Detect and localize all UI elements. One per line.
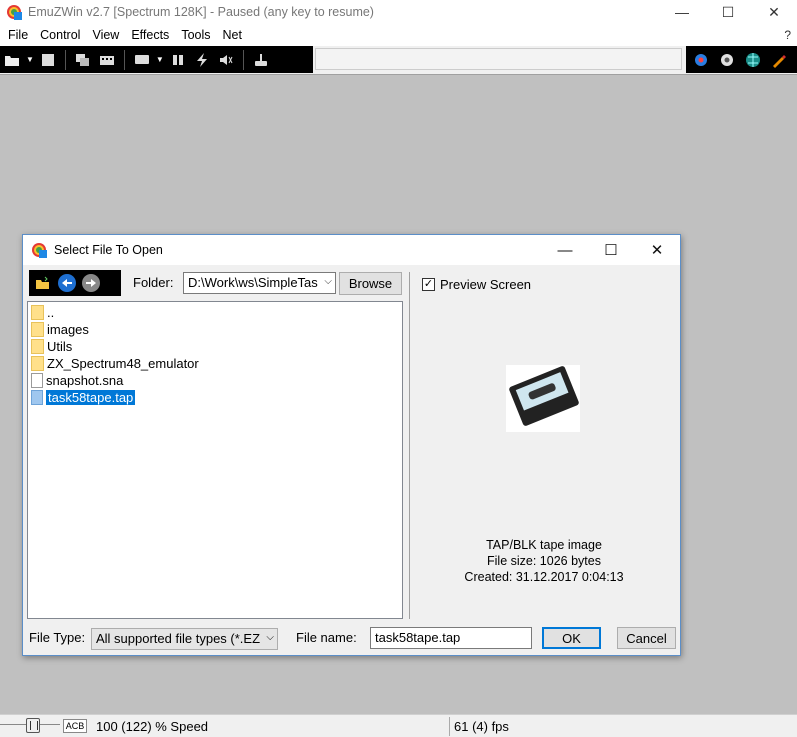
toolbar-right [686, 46, 797, 73]
toolbar-status-field [315, 48, 682, 70]
keyboard-icon[interactable] [98, 51, 116, 69]
menu-tools[interactable]: Tools [175, 28, 216, 42]
dialog-close-button[interactable]: ✕ [634, 235, 680, 265]
preview-checkbox-label[interactable]: Preview Screen [440, 277, 531, 292]
folder-value: D:\Work\ws\SimpleTas [188, 275, 318, 290]
open-dropdown-icon[interactable]: ▼ [26, 55, 34, 64]
folder-icon [31, 305, 44, 320]
list-item-selected[interactable]: task58tape.tap [31, 389, 136, 406]
chevron-down-icon[interactable]: ⌵ [322, 276, 332, 287]
statusbar-divider [449, 717, 450, 736]
cassette-icon [508, 365, 580, 427]
file-list[interactable]: .. images Utils ZX_Spectrum48_emulator s… [27, 301, 403, 619]
menu-net[interactable]: Net [217, 28, 248, 42]
toolbar-divider [123, 49, 125, 70]
gear-blue-icon[interactable] [691, 50, 711, 70]
monitor-icon[interactable] [133, 51, 151, 69]
folder-label: Folder: [133, 275, 174, 290]
window-title: EmuZWin v2.7 [Spectrum 128K] - Paused (a… [28, 5, 374, 19]
window-titlebar: EmuZWin v2.7 [Spectrum 128K] - Paused (a… [0, 0, 797, 24]
acb-badge[interactable]: ACB [63, 719, 87, 733]
forward-arrow-icon[interactable] [82, 274, 100, 292]
folder-icon [31, 322, 44, 337]
file-icon [31, 373, 43, 388]
preview-file-type: TAP/BLK tape image [486, 538, 602, 552]
globe-icon[interactable] [743, 50, 763, 70]
list-item[interactable]: ZX_Spectrum48_emulator [31, 355, 199, 372]
list-item[interactable]: Utils [31, 338, 72, 355]
preview-pane: ✓ Preview Screen TAP/BLK tape image File… [409, 272, 680, 619]
open-file-dialog: Select File To Open — ☐ ✕ Folder: D:\Wor… [22, 234, 681, 656]
dialog-titlebar: Select File To Open — ☐ ✕ [23, 235, 680, 265]
menu-effects[interactable]: Effects [125, 28, 175, 42]
file-type-label: File Type: [29, 630, 86, 645]
toolbar-divider [242, 49, 244, 70]
chevron-down-icon[interactable]: ⌵ [264, 632, 274, 643]
close-button[interactable]: ✕ [751, 0, 797, 24]
file-name: task58tape.tap [46, 390, 136, 405]
gear-white-icon[interactable] [717, 50, 737, 70]
menu-control[interactable]: Control [34, 28, 86, 42]
list-item[interactable]: images [31, 321, 89, 338]
dialog-maximize-button[interactable]: ☐ [588, 235, 634, 265]
tape-file-icon [31, 390, 43, 405]
file-name: .. [47, 305, 55, 320]
file-type-select[interactable]: All supported file types (*.EZ ⌵ [91, 628, 278, 650]
file-name: Utils [47, 339, 73, 354]
pen-icon[interactable] [769, 50, 789, 70]
file-name: ZX_Spectrum48_emulator [47, 356, 199, 371]
file-name: snapshot.sna [46, 373, 124, 388]
app-logo-icon [6, 4, 22, 20]
dialog-minimize-button[interactable]: — [542, 235, 588, 265]
folder-combobox[interactable]: D:\Work\ws\SimpleTas ⌵ [183, 272, 336, 294]
dialog-logo-icon [31, 242, 47, 258]
sound-icon[interactable] [217, 51, 235, 69]
fps-readout: 61 (4) fps [454, 719, 509, 734]
statusbar: ACB 100 (122) % Speed 61 (4) fps [0, 714, 797, 737]
ok-button[interactable]: OK [542, 627, 601, 649]
preview-file-size: File size: 1026 bytes [487, 554, 601, 568]
back-arrow-icon[interactable] [58, 274, 76, 292]
preview-checkbox[interactable]: ✓ [422, 278, 435, 291]
speed-readout: 100 (122) % Speed [96, 719, 209, 734]
folder-icon [31, 356, 44, 371]
list-item[interactable]: snapshot.sna [31, 372, 123, 389]
menu-help[interactable]: ? [784, 28, 791, 42]
menu-file[interactable]: File [2, 28, 34, 42]
open-icon[interactable] [3, 51, 21, 69]
maximize-button[interactable]: ☐ [705, 0, 751, 24]
file-name-input[interactable]: task58tape.tap [370, 627, 532, 649]
dialog-nav-toolbar [29, 270, 121, 296]
toolbar: ▼ ▼ [0, 46, 797, 74]
stop-icon[interactable] [39, 51, 57, 69]
cancel-button[interactable]: Cancel [617, 627, 676, 649]
preview-image [506, 365, 580, 432]
file-name-label: File name: [296, 630, 357, 645]
turbo-icon[interactable] [193, 51, 211, 69]
folder-icon [31, 339, 44, 354]
dialog-title: Select File To Open [54, 243, 163, 257]
speed-slider-thumb[interactable] [26, 718, 40, 733]
file-type-value: All supported file types (*.EZ [96, 631, 261, 646]
preview-file-created: Created: 31.12.2017 0:04:13 [464, 570, 624, 584]
menu-view[interactable]: View [86, 28, 125, 42]
file-name: images [47, 322, 89, 337]
toolbar-left: ▼ ▼ [0, 46, 313, 73]
new-folder-icon[interactable] [34, 274, 52, 292]
pause-icon[interactable] [169, 51, 187, 69]
joystick-icon[interactable] [252, 51, 270, 69]
toolbar-divider [64, 49, 66, 70]
menubar: File Control View Effects Tools Net ? [0, 24, 797, 46]
browse-button[interactable]: Browse [339, 272, 402, 295]
minimize-button[interactable]: — [659, 0, 705, 24]
monitor-dropdown-icon[interactable]: ▼ [156, 55, 164, 64]
list-item[interactable]: .. [31, 304, 54, 321]
copy-icon[interactable] [74, 51, 92, 69]
